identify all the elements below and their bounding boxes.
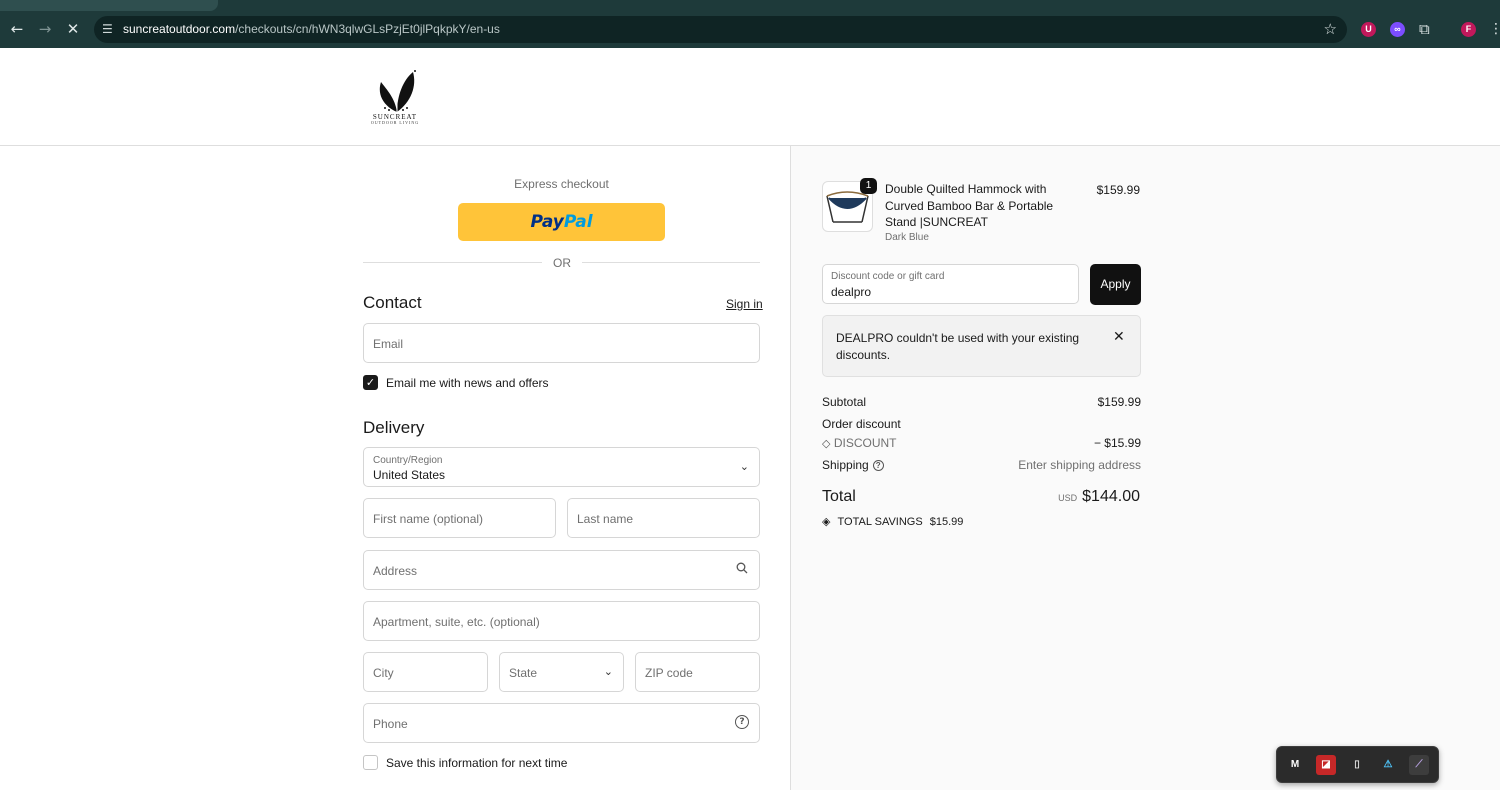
email-field[interactable]: Email <box>363 323 760 363</box>
contact-title: Contact <box>363 293 422 312</box>
newsletter-label: Email me with news and offers <box>386 376 549 390</box>
product-price: $159.99 <box>1096 183 1140 197</box>
help-icon[interactable]: ? <box>735 715 749 729</box>
subtotal-value: $159.99 <box>1097 395 1141 409</box>
back-icon[interactable]: ← <box>7 19 27 39</box>
usb-tray-icon[interactable]: ▯ <box>1347 755 1367 775</box>
zip-field[interactable]: ZIP code <box>635 652 760 692</box>
suncreat-logo[interactable]: SUNCREAT OUTDOOR LIVING <box>363 68 427 126</box>
zip-placeholder: ZIP code <box>645 666 693 680</box>
shipping-label: Shipping <box>822 458 869 472</box>
email-placeholder: Email <box>373 337 404 351</box>
apartment-field[interactable]: Apartment, suite, etc. (optional) <box>363 601 760 641</box>
extension-link-icon[interactable]: ∞ <box>1390 22 1405 37</box>
leaf-logo-icon <box>379 70 416 112</box>
subtotal-label: Subtotal <box>822 395 867 409</box>
currency-code: USD <box>1058 493 1078 503</box>
shipping-value: Enter shipping address <box>1018 458 1141 472</box>
delivery-title: Delivery <box>363 418 425 437</box>
country-value: United States <box>373 468 446 482</box>
newsletter-checkbox[interactable]: ✓ <box>363 375 378 390</box>
quantity-badge: 1 <box>860 178 877 194</box>
feather-tray-icon[interactable]: ⟋ <box>1409 755 1429 775</box>
logo-tagline-text: OUTDOOR LIVING <box>370 120 420 125</box>
discount-code-label: DISCOUNT <box>833 436 897 450</box>
discount-error-notice: DEALPRO couldn't be used with your exist… <box>822 315 1141 377</box>
amd-tray-icon[interactable]: ◪ <box>1316 755 1336 775</box>
discount-field-value: dealpro <box>831 285 872 299</box>
city-placeholder: City <box>373 666 394 680</box>
state-placeholder: State <box>509 666 538 680</box>
or-label: OR <box>542 256 582 270</box>
discount-field-label: Discount code or gift card <box>831 271 945 282</box>
paypal-button[interactable]: PayPal <box>458 203 665 241</box>
search-icon <box>735 562 749 576</box>
save-info-label: Save this information for next time <box>386 756 568 770</box>
address-bar[interactable]: ☰ suncreatoutdoor.com/checkouts/cn/hWN3q… <box>94 16 1347 43</box>
close-icon[interactable]: ✕ <box>1113 329 1125 345</box>
product-name: Double Quilted Hammock with Curved Bambo… <box>885 182 1054 229</box>
sign-in-link[interactable]: Sign in <box>726 297 763 311</box>
bookmark-star-icon[interactable]: ☆ <box>1324 20 1337 38</box>
apartment-placeholder: Apartment, suite, etc. (optional) <box>373 615 540 629</box>
last-name-placeholder: Last name <box>577 512 634 526</box>
profile-avatar[interactable]: F <box>1461 22 1476 37</box>
extension-shield-icon[interactable]: U <box>1361 22 1376 37</box>
site-header: SUNCREAT OUTDOOR LIVING <box>0 48 1500 146</box>
state-select[interactable]: State ⌄ <box>499 652 624 692</box>
order-discount-label: Order discount <box>822 417 901 431</box>
stop-loading-icon[interactable]: ✕ <box>63 19 83 39</box>
phone-placeholder: Phone <box>373 717 408 731</box>
total-savings-row: ◈ TOTAL SAVINGS $15.99 <box>822 515 963 528</box>
site-settings-icon[interactable]: ☰ <box>102 22 116 36</box>
newsletter-checkbox-row[interactable]: ✓ Email me with news and offers <box>363 375 613 391</box>
order-discount-row: Order discount <box>822 417 1141 431</box>
last-name-field[interactable]: Last name <box>567 498 760 538</box>
checkout-form: Express checkout PayPal OR Contact Sign … <box>0 146 790 790</box>
tag-icon: ◇ <box>822 437 831 450</box>
savings-label: TOTAL SAVINGS <box>837 516 923 528</box>
order-summary: 1 Double Quilted Hammock with Curved Bam… <box>790 146 1500 790</box>
address-field[interactable]: Address <box>363 550 760 590</box>
city-field[interactable]: City <box>363 652 488 692</box>
phone-field[interactable]: Phone ? <box>363 703 760 743</box>
savings-tag-icon: ◈ <box>822 515 831 528</box>
chevron-down-icon: ⌄ <box>739 460 749 473</box>
discount-code-field[interactable]: Discount code or gift card dealpro <box>822 264 1079 304</box>
express-checkout-label: Express checkout <box>514 177 609 191</box>
address-placeholder: Address <box>373 564 418 578</box>
country-label: Country/Region <box>373 455 443 466</box>
forward-icon[interactable]: → <box>35 19 55 39</box>
total-value: $144.00 <box>1082 488 1140 505</box>
total-value-group: USD $144.00 <box>1058 488 1140 506</box>
shipping-row: Shipping? Enter shipping address <box>822 458 1141 472</box>
chevron-down-icon: ⌄ <box>603 665 613 678</box>
system-tray-popup: M ◪ ▯ ⚠ ⟋ <box>1276 746 1439 783</box>
notice-message: DEALPRO couldn't be used with your exist… <box>836 331 1080 362</box>
product-variant: Dark Blue <box>885 232 929 243</box>
extensions-puzzle-icon[interactable]: ⧉ <box>1419 20 1430 38</box>
url-text: suncreatoutdoor.com/checkouts/cn/hWN3qlw… <box>123 22 500 36</box>
warning-tray-icon[interactable]: ⚠ <box>1378 755 1398 775</box>
country-select[interactable]: Country/Region United States ⌄ <box>363 447 760 487</box>
total-label: Total <box>822 488 856 505</box>
shipping-help-icon[interactable]: ? <box>872 460 884 471</box>
first-name-placeholder: First name (optional) <box>373 512 484 526</box>
apply-button[interactable]: Apply <box>1090 264 1141 305</box>
first-name-field[interactable]: First name (optional) <box>363 498 556 538</box>
save-info-checkbox-row[interactable]: Save this information for next time <box>363 755 613 771</box>
gmail-tray-icon[interactable]: M <box>1285 755 1305 775</box>
subtotal-row: Subtotal $159.99 <box>822 395 1141 409</box>
savings-value: $15.99 <box>929 516 964 528</box>
discount-amount: − $15.99 <box>1093 436 1141 450</box>
browser-tabstrip <box>0 0 1500 11</box>
discount-code-row: ◇ DISCOUNT − $15.99 <box>822 436 1141 450</box>
save-info-checkbox[interactable] <box>363 755 378 770</box>
browser-tab[interactable] <box>0 0 218 11</box>
browser-menu-icon[interactable]: ⋮ <box>1489 21 1500 37</box>
browser-toolbar: ← → ✕ ☰ suncreatoutdoor.com/checkouts/cn… <box>0 11 1500 48</box>
